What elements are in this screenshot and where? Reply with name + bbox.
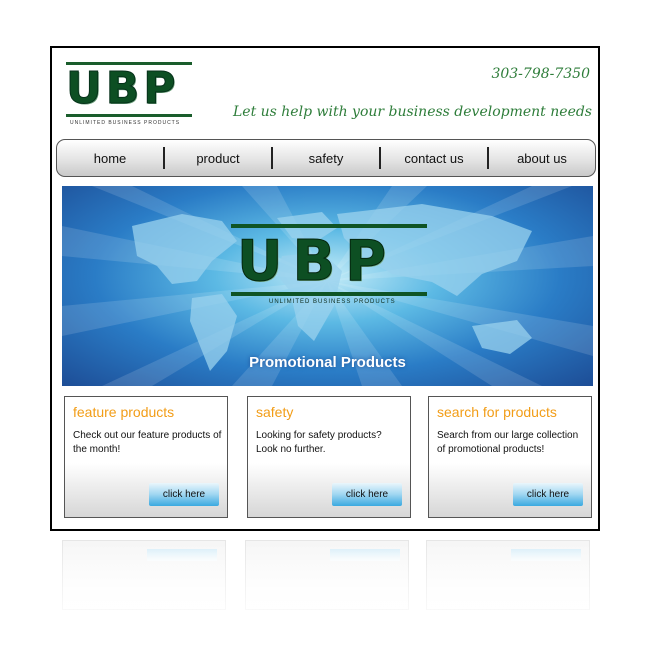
logo-tagline: UNLIMITED BUSINESS PRODUCTS [70,120,181,126]
site-logo[interactable]: UBP UNLIMITED BUSINESS PRODUCTS [66,62,196,126]
nav-item-contact-us[interactable]: contact us [381,151,487,166]
banner-caption: Promotional Products [249,354,406,371]
logo-text: UBP [66,63,180,114]
safety-click-here-button[interactable]: click here [332,483,402,506]
search-products-box: search for products Search from our larg… [428,396,592,518]
safety-box: safety Looking for safety products? Look… [247,396,411,518]
box-title: feature products [73,404,175,420]
logo-bottom-rule [66,114,192,117]
box-title: safety [256,404,294,420]
hero-banner: UBP UNLIMITED BUSINESS PRODUCTS Promotio… [62,186,593,386]
banner-logo-text: UBP [236,229,397,294]
banner-logo-bottom-rule [231,292,427,296]
phone-number: 303-798-7350 [491,66,590,82]
banner-logo-top-rule [231,224,427,228]
main-nav: home product safety contact us about us [56,139,596,177]
page-frame: UBP UNLIMITED BUSINESS PRODUCTS 303-798-… [50,46,600,531]
nav-item-safety[interactable]: safety [273,151,379,166]
box-title: search for products [437,404,557,420]
nav-item-home[interactable]: home [57,151,163,166]
nav-item-product[interactable]: product [165,151,271,166]
feature-products-click-here-button[interactable]: click here [149,483,219,506]
banner-logo-tagline: UNLIMITED BUSINESS PRODUCTS [269,299,396,305]
feature-products-box: feature products Check out our feature p… [64,396,228,518]
banner-logo: UBP UNLIMITED BUSINESS PRODUCTS [231,224,427,310]
search-click-here-button[interactable]: click here [513,483,583,506]
box-description: Search from our large collection of prom… [437,430,579,455]
box-description: Check out our feature products of the mo… [73,430,222,455]
reflection-fade [0,540,650,650]
nav-item-about-us[interactable]: about us [489,151,595,166]
header-tagline: Let us help with your business developme… [232,104,592,120]
box-description: Looking for safety products? Look no fur… [256,430,382,455]
